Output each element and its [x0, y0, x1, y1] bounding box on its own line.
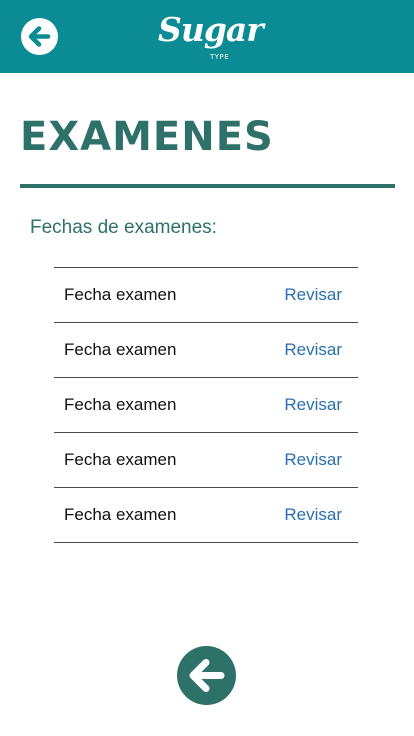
exam-row: Fecha examen Revisar	[54, 323, 358, 378]
exam-date-label: Fecha examen	[64, 285, 177, 304]
top-bar: Sugar TYPE	[0, 0, 414, 73]
page-title: EXAMENES	[20, 114, 274, 160]
review-link[interactable]: Revisar	[284, 504, 342, 526]
exam-list: Fecha examen Revisar Fecha examen Revisa…	[54, 267, 358, 543]
arrow-left-circle-icon	[177, 646, 236, 705]
exam-row: Fecha examen Revisar	[54, 378, 358, 433]
review-link[interactable]: Revisar	[284, 449, 342, 471]
exam-date-label: Fecha examen	[64, 395, 177, 414]
logo-subtext: TYPE	[210, 53, 230, 61]
exam-row: Fecha examen Revisar	[54, 268, 358, 323]
section-label: Fechas de examenes:	[30, 217, 217, 238]
review-link[interactable]: Revisar	[284, 284, 342, 306]
review-link[interactable]: Revisar	[284, 394, 342, 416]
review-link[interactable]: Revisar	[284, 339, 342, 361]
arrow-left-circle-icon	[21, 18, 58, 55]
back-button-bottom[interactable]	[177, 646, 236, 705]
exam-row: Fecha examen Revisar	[54, 433, 358, 488]
exam-row: Fecha examen Revisar	[54, 488, 358, 543]
exam-date-label: Fecha examen	[64, 450, 177, 469]
exam-date-label: Fecha examen	[64, 505, 177, 524]
app-logo: Sugar TYPE	[158, 10, 264, 64]
logo-text: Sugar	[158, 10, 264, 49]
back-button[interactable]	[21, 18, 58, 55]
title-divider	[20, 184, 395, 188]
exam-date-label: Fecha examen	[64, 340, 177, 359]
